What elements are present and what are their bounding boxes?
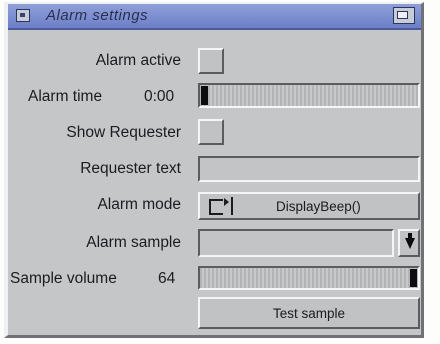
requester-text-field[interactable]: [198, 156, 420, 182]
alarm-sample-label: Alarm sample: [86, 234, 181, 251]
alarm-time-slider-knob[interactable]: [201, 86, 208, 105]
sample-volume-value: 64: [158, 270, 176, 287]
alarm-mode-label: Alarm mode: [97, 196, 181, 213]
alarm-sample-field[interactable]: [198, 229, 394, 257]
requester-text-label: Requester text: [80, 160, 181, 177]
alarm-active-label: Alarm active: [95, 52, 181, 69]
title-bar[interactable]: Alarm settings: [8, 4, 421, 30]
close-icon[interactable]: [16, 9, 30, 22]
alarm-mode-value: DisplayBeep(): [276, 199, 361, 214]
alarm-time-value: 0:00: [144, 88, 175, 105]
test-sample-label: Test sample: [272, 306, 346, 321]
show-requester-label: Show Requester: [66, 124, 181, 141]
chevron-down-icon: [405, 238, 415, 249]
sample-volume-slider-knob[interactable]: [410, 269, 417, 287]
sample-volume-label: Sample volume: [10, 270, 117, 287]
show-requester-checkbox[interactable]: [198, 119, 224, 145]
alarm-settings-window: Alarm settings Alarm active Alarm time 0…: [4, 2, 424, 338]
sample-volume-slider[interactable]: [198, 266, 420, 290]
alarm-sample-popup-button[interactable]: [398, 229, 420, 257]
cycle-separator: [231, 197, 233, 215]
window-title: Alarm settings: [46, 7, 149, 24]
depth-icon[interactable]: [393, 7, 415, 24]
cycle-icon: [209, 198, 229, 215]
alarm-time-label: Alarm time: [28, 88, 103, 105]
test-sample-button[interactable]: Test sample: [198, 297, 420, 329]
alarm-mode-cycle-button[interactable]: DisplayBeep(): [198, 192, 420, 220]
alarm-time-slider[interactable]: [198, 83, 420, 108]
alarm-active-checkbox[interactable]: [198, 48, 224, 74]
